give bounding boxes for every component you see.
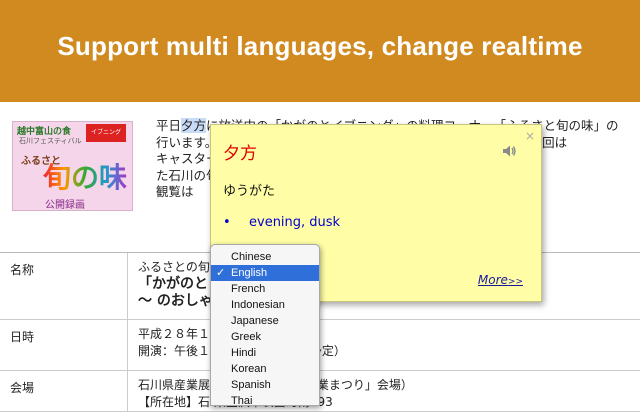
- language-option[interactable]: French: [211, 281, 319, 297]
- language-option-label: Greek: [231, 331, 261, 343]
- more-link[interactable]: More>>: [478, 273, 523, 287]
- speaker-icon[interactable]: [501, 143, 517, 159]
- language-option[interactable]: Hindi: [211, 345, 319, 361]
- language-option-label: Japanese: [231, 315, 279, 327]
- language-option-label: Hindi: [231, 347, 257, 359]
- language-option-label: Chinese: [231, 251, 272, 263]
- language-option[interactable]: Chinese: [211, 249, 319, 265]
- meaning-item: • evening, dusk: [223, 215, 340, 230]
- reading: ゆうがた: [223, 184, 276, 199]
- promo-badge: イブニング: [86, 124, 126, 142]
- selected-word[interactable]: 夕方: [181, 118, 207, 133]
- headword: 夕方: [223, 144, 257, 164]
- table-row: 日時 平成２８年１ 開演：午後１ 午後２時３０分（予定）: [0, 320, 640, 371]
- language-option[interactable]: Korean: [211, 361, 319, 377]
- language-dropdown[interactable]: Chinese ✓ English French Indonesian Japanese G…: [210, 244, 320, 406]
- table-row: 会場 石川県産業展 38回 石川の農林漁業まつり」会場） 【所在地】石 県金沢市…: [0, 371, 640, 412]
- language-option-label: Korean: [231, 363, 267, 375]
- language-option-label: French: [231, 283, 266, 295]
- checkmark-icon: ✓: [216, 267, 226, 279]
- promo-line4: 旬の味: [43, 161, 128, 194]
- language-option[interactable]: Indonesian: [211, 297, 319, 313]
- language-option-label: English: [231, 267, 268, 279]
- language-option-label: Spanish: [231, 379, 271, 391]
- row-key: 名称: [10, 263, 35, 277]
- language-option[interactable]: ✓ English: [211, 265, 319, 281]
- banner-title: Support multi languages, change realtime: [57, 30, 583, 61]
- promo-line2: 石川フェスティバル: [19, 137, 82, 145]
- language-option[interactable]: Spanish: [211, 377, 319, 393]
- meaning-text: evening, dusk: [249, 215, 341, 230]
- promo-image[interactable]: 越中富山の食 石川フェスティバル イブニング ふるさと 旬の味 公開録画: [12, 121, 133, 211]
- article-text: 平日: [156, 118, 182, 133]
- row-key: 会場: [10, 381, 35, 395]
- language-option[interactable]: Japanese: [211, 313, 319, 329]
- language-option[interactable]: Greek: [211, 329, 319, 345]
- language-option-label: Thai: [231, 395, 253, 406]
- language-option-label: Indonesian: [231, 299, 285, 311]
- header-banner: Support multi languages, change realtime: [0, 0, 640, 102]
- close-icon[interactable]: ×: [525, 129, 535, 143]
- promo-line5: 公開録画: [45, 200, 85, 211]
- bullet: •: [223, 215, 231, 230]
- row-key: 日時: [10, 330, 35, 344]
